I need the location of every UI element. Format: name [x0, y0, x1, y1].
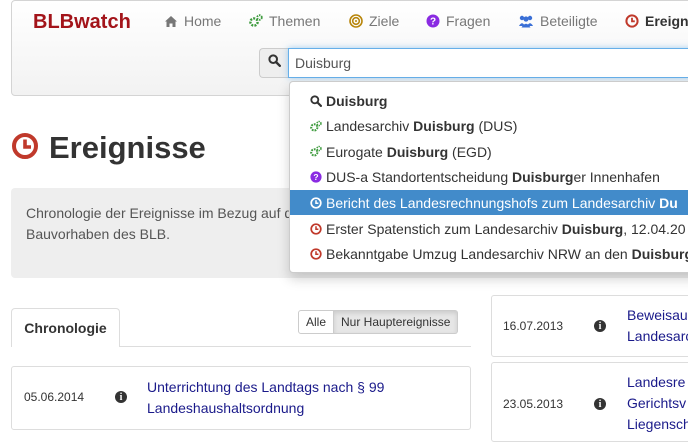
suggestion-text-post: er Innenhafen	[573, 169, 660, 186]
suggestion-text-pre: Erster Spatenstich zum Landesarchiv	[326, 220, 562, 237]
info-icon[interactable]: i	[594, 320, 606, 332]
filter-button-group: Alle Nur Hauptereignisse	[298, 310, 459, 334]
search-suggestions-dropdown: Duisburg Landesarchiv Duisburg (DUS) Eurog…	[289, 81, 688, 273]
search-icon	[268, 54, 281, 72]
suggestion-match: Duisburg	[512, 169, 574, 186]
clock-icon	[310, 222, 322, 235]
nav-beteiligte[interactable]: Beteiligte	[518, 13, 598, 29]
clock-icon	[11, 132, 39, 165]
event-link-line-2: Gerichtsv	[627, 395, 687, 411]
event-link-line-2: Landeshaushaltsordnung	[147, 400, 305, 416]
nav-ziele-label: Ziele	[369, 13, 400, 29]
suggestion-label: Eurogate Duisburg (EGD)	[326, 144, 492, 160]
nav-beteiligte-label: Beteiligte	[540, 13, 598, 29]
question-circle-icon: ?	[310, 171, 322, 183]
suggestion-label: Bekanntgabe Umzug Landesarchiv NRW an de…	[326, 246, 688, 262]
cogs-icon	[310, 120, 322, 132]
clock-icon	[625, 14, 639, 28]
event-date: 16.07.2013	[503, 319, 564, 333]
event-link-line-1: Landesre	[627, 374, 686, 390]
suggestion-match: Duisburg	[386, 143, 449, 160]
suggestion-label: Landesarchiv Duisburg (DUS)	[326, 118, 517, 134]
table-row: 23.05.2013 i Landesre Gerichtsv Liegensc…	[491, 362, 688, 442]
nav-ereignisse[interactable]: Ereignis	[625, 13, 688, 29]
suggestion-label: Erster Spatenstich zum Landesarchiv Duis…	[326, 221, 686, 237]
suggestion-text-post: , 12.04.20	[623, 220, 686, 237]
suggestion-label: Bericht des Landesrechnungshofs zum Land…	[326, 195, 678, 211]
page-title: Ereignisse	[49, 130, 206, 165]
nav-home[interactable]: Home	[164, 13, 221, 29]
page-heading: Ereignisse	[11, 130, 206, 166]
cogs-icon	[310, 145, 322, 158]
question-circle-icon: ?	[426, 14, 440, 28]
suggestion-match: Duisburg	[413, 118, 475, 135]
users-icon	[518, 14, 534, 28]
event-link[interactable]: Unterrichtung des Landtags nach § 99 Lan…	[147, 377, 384, 419]
suggestion-item[interactable]: Landesarchiv Duisburg (DUS)	[290, 114, 688, 139]
table-row: 05.06.2014 i Unterrichtung des Landtags …	[11, 366, 471, 430]
suggestion-item[interactable]: Eurogate Duisburg (EGD)	[290, 139, 688, 164]
suggestion-text-post: (DUS)	[474, 118, 518, 135]
info-icon[interactable]: i	[115, 391, 127, 403]
svg-text:?: ?	[313, 172, 318, 182]
suggestion-item[interactable]: ? DUS-a Standortentscheidung Duisburger I…	[290, 165, 688, 190]
suggestion-text-pre: Landesarchiv	[326, 118, 414, 135]
nav-ereignisse-label: Ereignis	[645, 13, 688, 29]
suggestion-text-pre: Eurogate	[326, 143, 387, 160]
event-link[interactable]: Landesre Gerichtsv Liegensch	[627, 372, 688, 435]
nav-fragen[interactable]: ? Fragen	[426, 13, 490, 29]
search-input[interactable]	[288, 48, 688, 78]
suggestion-match: Du	[659, 194, 678, 211]
nav-themen[interactable]: Themen	[249, 13, 320, 29]
nav-fragen-label: Fragen	[446, 13, 491, 29]
suggestion-item[interactable]: Duisburg	[290, 88, 688, 113]
suggestion-match: Duisburg	[561, 220, 624, 237]
suggestion-text-post: (EGD)	[448, 143, 492, 160]
brand-logo[interactable]: BLBwatch	[33, 11, 131, 34]
event-link-line-1: Beweisau	[627, 307, 688, 323]
clock-icon	[310, 248, 322, 260]
bullseye-icon	[349, 14, 363, 28]
search-icon	[310, 94, 322, 107]
search-button[interactable]	[259, 48, 289, 78]
event-link[interactable]: Beweisau Landesarc	[627, 305, 688, 347]
tab-chronologie[interactable]: Chronologie	[11, 308, 120, 347]
suggestion-label: Duisburg	[326, 93, 387, 109]
event-link-line-2: Landesarc	[627, 328, 688, 344]
suggestion-match: Duisburg	[631, 246, 688, 263]
suggestion-label: DUS-a Standortentscheidung Duisburger In…	[326, 169, 660, 185]
nav-ziele[interactable]: Ziele	[349, 13, 399, 29]
cogs-icon	[249, 14, 263, 28]
suggestion-item[interactable]: Erster Spatenstich zum Landesarchiv Duis…	[290, 216, 688, 241]
event-date: 23.05.2013	[503, 397, 564, 411]
info-icon[interactable]: i	[594, 398, 606, 410]
nav-themen-label: Themen	[269, 13, 321, 29]
event-date: 05.06.2014	[24, 390, 85, 404]
nav-home-label: Home	[184, 13, 222, 29]
suggestion-text-pre: DUS-a Standortentscheidung	[326, 169, 512, 186]
suggestion-text-pre: Bericht des Landesrechnungshofs zum Land…	[326, 194, 660, 211]
suggestion-item[interactable]: Bericht des Landesrechnungshofs zum Land…	[290, 190, 688, 216]
event-link-line-3: Liegensch	[627, 416, 688, 432]
suggestion-text-pre: Bekanntgabe Umzug Landesarchiv NRW an de…	[326, 246, 632, 263]
table-row: 16.07.2013 i Beweisau Landesarc	[491, 295, 688, 357]
svg-text:?: ?	[430, 17, 436, 28]
home-icon	[164, 14, 178, 28]
clock-icon	[310, 197, 322, 209]
filter-haupt-button[interactable]: Nur Hauptereignisse	[334, 310, 459, 334]
event-link-line-1: Unterrichtung des Landtags nach § 99	[147, 379, 385, 395]
filter-alle-button[interactable]: Alle	[298, 310, 335, 334]
suggestion-match: Duisburg	[326, 92, 388, 109]
suggestion-item[interactable]: Bekanntgabe Umzug Landesarchiv NRW an de…	[290, 242, 688, 267]
